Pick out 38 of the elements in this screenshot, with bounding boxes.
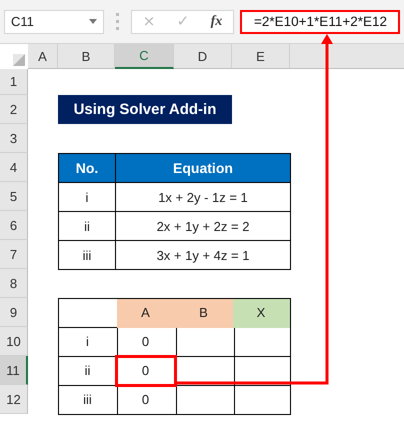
row-header[interactable]: 8 [0, 269, 28, 298]
row-header[interactable]: 5 [0, 182, 28, 211]
table-cell[interactable]: 0 [117, 385, 175, 414]
row-header[interactable]: 6 [0, 211, 28, 240]
row-header[interactable]: 9 [0, 298, 28, 327]
table-cell: iii [58, 240, 116, 270]
table-cell: 3x + 1y + 4z = 1 [115, 240, 291, 270]
table-header: X [233, 299, 290, 328]
row-header[interactable]: 4 [0, 153, 28, 182]
table-cell-text: iii [82, 390, 93, 409]
column-header[interactable] [290, 44, 404, 69]
row-header[interactable]: 7 [0, 240, 28, 269]
formula-field[interactable]: =2*E10+1*E11+2*E12 [240, 10, 400, 34]
table-cell[interactable]: 0 [117, 356, 175, 386]
select-all-icon[interactable] [13, 54, 25, 66]
column-header[interactable]: B [58, 44, 115, 69]
table-header: A [117, 299, 175, 328]
column-header[interactable]: C [115, 44, 174, 69]
table-header: No. [58, 153, 116, 183]
table-cell-text: ii [84, 362, 92, 380]
sheet-title: Using Solver Add-in [58, 95, 232, 124]
name-box[interactable]: C11 [4, 10, 104, 34]
grip-icon [116, 12, 119, 30]
row-header[interactable]: 1 [0, 69, 28, 95]
insert-function-button[interactable]: fx [206, 14, 226, 28]
column-header[interactable]: E [232, 44, 290, 69]
dropdown-icon[interactable] [89, 19, 97, 24]
row-header[interactable]: 12 [0, 385, 28, 414]
column-header[interactable]: D [174, 44, 232, 69]
table-cell-text: i [85, 333, 90, 352]
table-header: B [175, 299, 233, 328]
row-header[interactable]: 10 [0, 327, 28, 356]
table-header: Equation [115, 153, 291, 183]
column-header[interactable]: A [28, 44, 58, 69]
row-header[interactable]: 11 [0, 356, 28, 385]
row-header[interactable]: 3 [0, 124, 28, 153]
row-header[interactable]: 2 [0, 95, 28, 124]
table-cell[interactable]: 0 [117, 328, 175, 356]
